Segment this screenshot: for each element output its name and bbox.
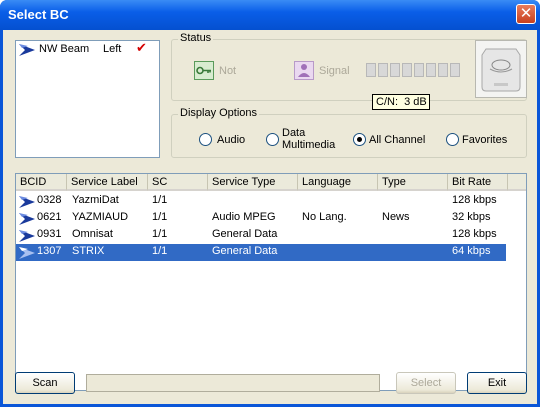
cell-service-type: Audio MPEG: [212, 211, 276, 223]
table-header: BCID Service Label SC Service Type Langu…: [16, 174, 526, 191]
signal-meter-segment: [450, 63, 460, 77]
signal-meter-segment: [438, 63, 448, 77]
cell-service-label: YAZMIAUD: [72, 211, 129, 223]
display-options-group: Display Options Audio Data Multimedia Al…: [171, 107, 527, 158]
cell-type: News: [382, 211, 410, 223]
table-row[interactable]: 0328 YazmiDat 1/1 128 kbps: [16, 193, 506, 210]
cell-bcid: 1307: [37, 245, 62, 257]
close-button[interactable]: ✕: [516, 4, 536, 24]
radio-audio-label[interactable]: Audio: [217, 134, 245, 146]
cell-service-label: Omnisat: [72, 228, 113, 240]
column-header-service-type[interactable]: Service Type: [208, 174, 298, 191]
signal-meter: [366, 63, 466, 78]
cell-service-type: General Data: [212, 245, 278, 257]
column-header-sc[interactable]: SC: [148, 174, 208, 191]
cell-service-type: General Data: [212, 228, 278, 240]
cell-service-label: STRIX: [72, 245, 105, 257]
status-group: Status Not Signal: [171, 32, 527, 101]
cell-bit-rate: 32 kbps: [452, 211, 491, 223]
beam-list-item[interactable]: NW Beam Left ✔: [16, 41, 159, 57]
status-group-label: Status: [178, 32, 214, 44]
cell-bit-rate: 128 kbps: [452, 228, 497, 240]
table-row-selected[interactable]: 1307 STRIX 1/1 General Data 64 kbps: [16, 244, 506, 261]
signal-meter-segment: [378, 63, 388, 77]
select-button[interactable]: Select: [396, 372, 456, 394]
radio-all-channel[interactable]: [353, 133, 366, 146]
dialog-body: NW Beam Left ✔ Status Not Signal C/N: 3 …: [3, 30, 537, 404]
beam-icon: [19, 44, 35, 56]
table-row[interactable]: 0621 YAZMIAUD 1/1 Audio MPEG No Lang. Ne…: [16, 210, 506, 227]
cell-bit-rate: 64 kbps: [452, 245, 491, 257]
signal-icon: [294, 61, 314, 80]
radio-audio[interactable]: [199, 133, 212, 146]
column-header-language[interactable]: Language: [298, 174, 378, 191]
column-header-type[interactable]: Type: [378, 174, 448, 191]
column-header-filler: [508, 174, 526, 191]
key-status-label: Not: [219, 65, 237, 77]
dialog-window: Select BC ✕ NW Beam Left ✔ Status Not Si…: [0, 0, 540, 407]
signal-meter-segment: [426, 63, 436, 77]
signal-meter-segment: [390, 63, 400, 77]
signal-label: Signal: [319, 65, 350, 77]
beam-icon: [19, 196, 35, 208]
beam-icon: [19, 230, 35, 242]
beam-name: NW Beam: [39, 43, 90, 55]
beam-icon: [19, 247, 35, 259]
window-title: Select BC: [8, 7, 69, 22]
key-icon: [194, 61, 214, 80]
exit-button[interactable]: Exit: [467, 372, 527, 394]
beam-side: Left: [103, 43, 122, 55]
column-header-bcid[interactable]: BCID: [16, 174, 67, 191]
radio-favorites[interactable]: [446, 133, 459, 146]
column-header-service-label[interactable]: Service Label: [67, 174, 148, 191]
cell-language: No Lang.: [302, 211, 347, 223]
cell-bit-rate: 128 kbps: [452, 194, 497, 206]
signal-meter-segment: [402, 63, 412, 77]
radio-all-channel-label[interactable]: All Channel: [369, 134, 425, 146]
radio-data-multimedia-line1[interactable]: Data: [282, 127, 305, 139]
column-header-bit-rate[interactable]: Bit Rate: [448, 174, 508, 191]
radio-data-multimedia[interactable]: [266, 133, 279, 146]
radio-data-multimedia-line2[interactable]: Multimedia: [282, 139, 335, 151]
checkmark-icon: ✔: [136, 41, 147, 56]
scan-progress-bar: [86, 374, 380, 392]
title-bar[interactable]: Select BC ✕: [0, 0, 540, 30]
radio-favorites-label[interactable]: Favorites: [462, 134, 507, 146]
cell-bcid: 0328: [37, 194, 62, 206]
cell-bcid: 0621: [37, 211, 62, 223]
cell-sc: 1/1: [152, 211, 168, 223]
cell-sc: 1/1: [152, 194, 168, 206]
cell-service-label: YazmiDat: [72, 194, 119, 206]
signal-meter-segment: [366, 63, 376, 77]
receiver-device-image: [475, 40, 527, 98]
cn-tooltip: C/N: 3 dB: [372, 94, 430, 110]
beam-icon: [19, 213, 35, 225]
signal-meter-segment: [414, 63, 424, 77]
cell-sc: 1/1: [152, 228, 168, 240]
cell-sc: 1/1: [152, 245, 168, 257]
scan-button[interactable]: Scan: [15, 372, 75, 394]
table-row[interactable]: 0931 Omnisat 1/1 General Data 128 kbps: [16, 227, 506, 244]
cell-bcid: 0931: [37, 228, 62, 240]
beam-list[interactable]: NW Beam Left ✔: [15, 40, 160, 158]
display-options-label: Display Options: [178, 107, 260, 119]
service-table[interactable]: BCID Service Label SC Service Type Langu…: [15, 173, 527, 391]
